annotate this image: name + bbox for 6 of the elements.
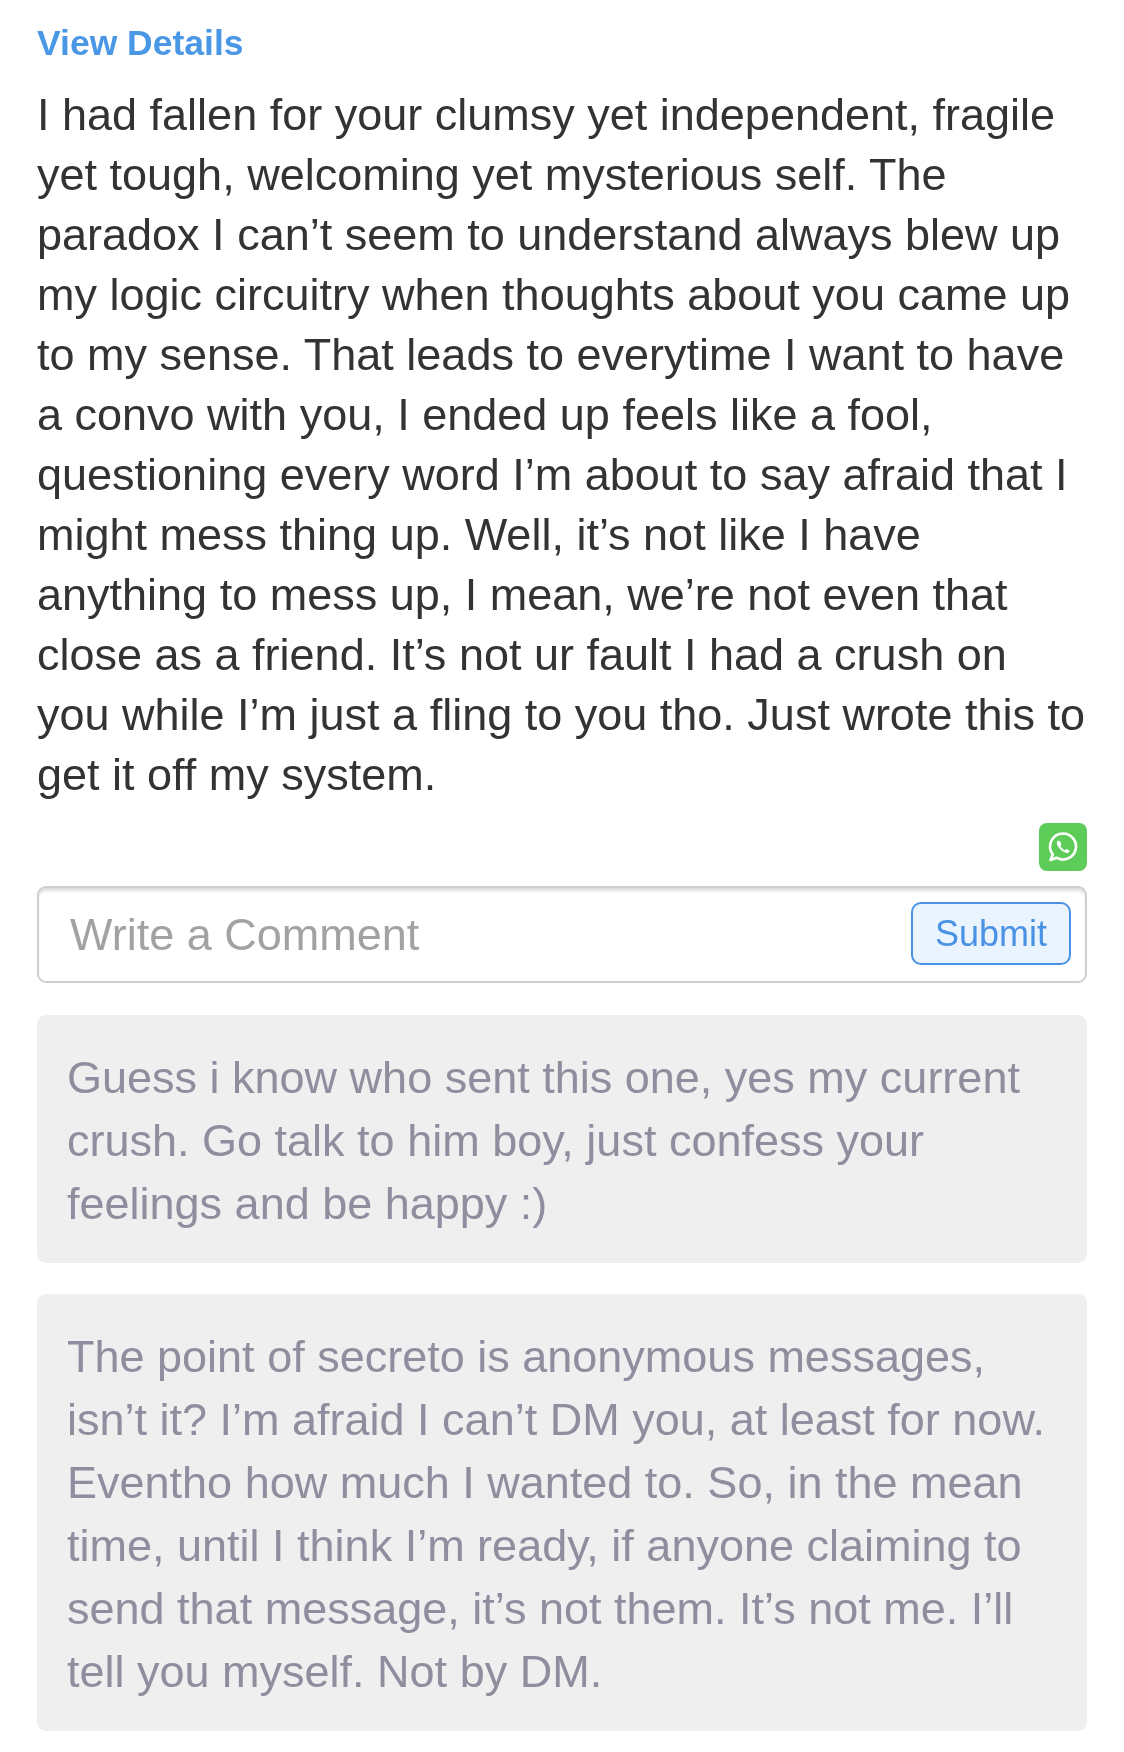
post-text: I had fallen for your clumsy yet independent, fragile yet tough, welcoming yet mysterious self. The paradox I can’t seem to understand always blew up my logic circuitry when thoughts about you came up to my sense. That leads to everytime I want to have a convo with you, I ended up feels like a fool, questioning every word I’m about to say afraid that I might mess thing up. Well, it’s not like I have anything to mess up, I mean, we’re not even that close as a friend. It’s not ur fault I had a crush on you while I’m just a fling to you tho. Just wrote this to get it off my system. (37, 88, 1086, 802)
comment-text: Guess i know who sent this one, yes my current crush. Go talk to him boy, just confess your feelings and be happy :) (67, 1051, 1021, 1231)
submit-button[interactable]: Submit (910, 902, 1071, 965)
view-details-link[interactable]: View Details (37, 23, 244, 63)
comment-text: The point of secreto is anonymous messages, isn’t it? I’m afraid I can’t DM you, at least for now. Eventho how much I wanted to. So, in the mean time, until I think I’m ready, if anyone claiming to send that message, it’s not them. It’s not me. I’ll tell you myself. Not by DM. (67, 1330, 1046, 1699)
phone-bubble-icon[interactable] (1039, 823, 1087, 871)
